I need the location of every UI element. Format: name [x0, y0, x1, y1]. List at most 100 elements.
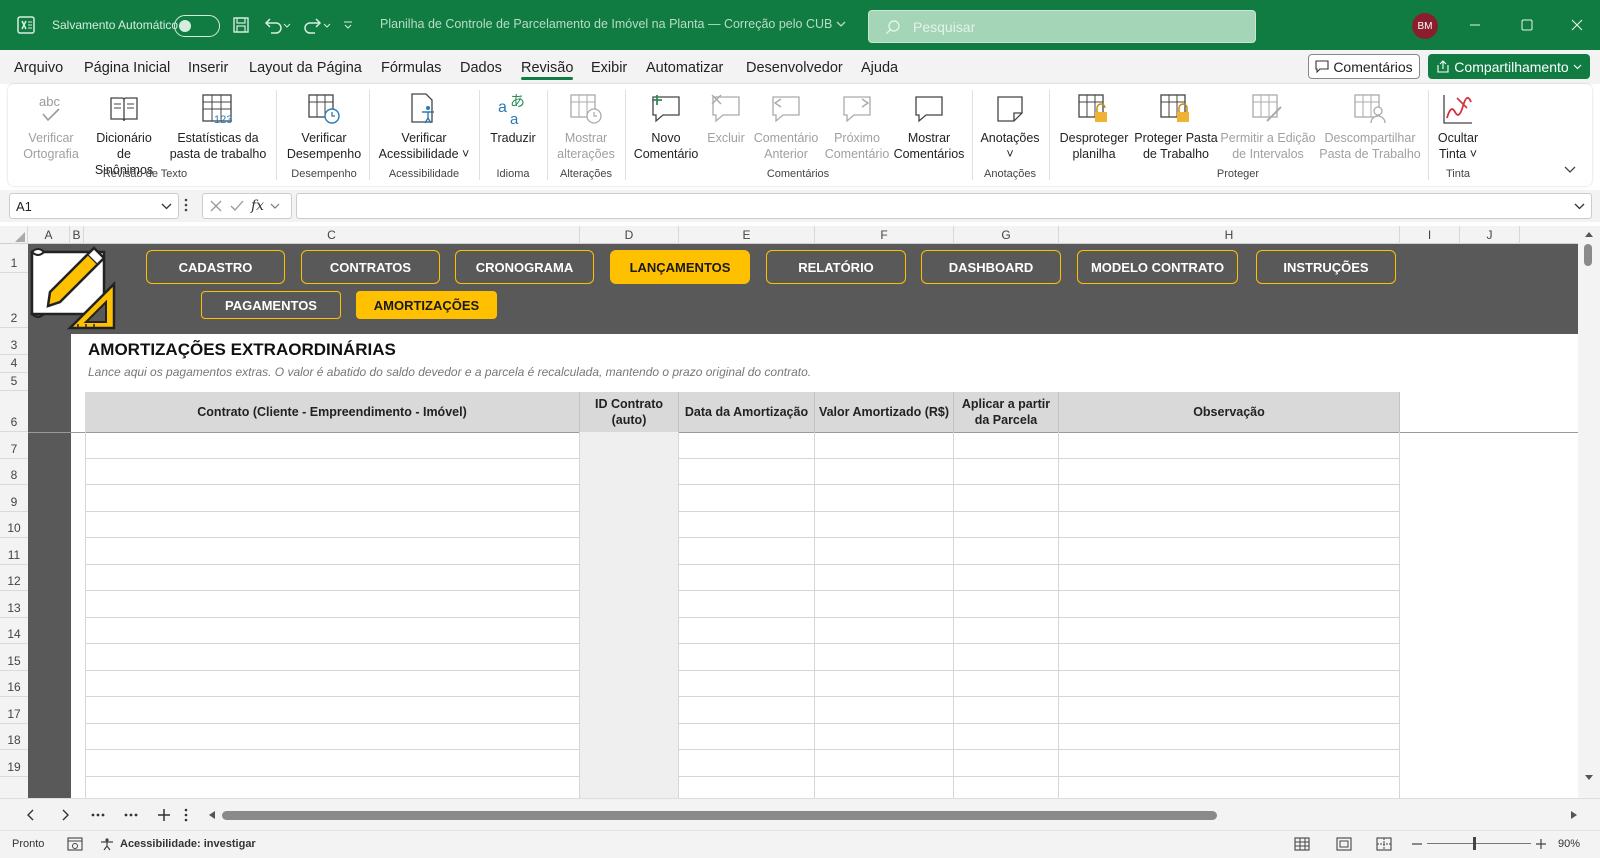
unprotect-sheet-button[interactable]: Desproteger planilha [1054, 88, 1134, 162]
minimize-icon[interactable] [1466, 16, 1484, 34]
translate-button[interactable]: aあa Traduzir [486, 88, 540, 146]
workbook-statistics-button[interactable]: 123 Estatísticas da pasta de trabalho [166, 88, 270, 162]
check-icon[interactable] [229, 199, 245, 213]
table-row[interactable] [85, 565, 1400, 592]
expand-formula-icon[interactable] [1574, 202, 1585, 211]
maximize-icon[interactable] [1518, 16, 1536, 34]
more-options-icon[interactable] [184, 198, 190, 214]
header-data-amortizacao[interactable]: Data da Amortização [679, 392, 815, 432]
autosave-toggle[interactable] [174, 15, 220, 37]
document-title[interactable]: Planilha de Controle de Parcelamento de … [380, 17, 832, 31]
zoom-slider[interactable] [1427, 843, 1531, 844]
table-row[interactable] [85, 512, 1400, 539]
check-performance-button[interactable]: Verificar Desempenho [284, 88, 364, 162]
zoom-in-icon[interactable] [1536, 839, 1546, 849]
menu-pagina-inicial[interactable]: Página Inicial [84, 60, 170, 76]
menu-dados[interactable]: Dados [460, 60, 502, 76]
table-row[interactable] [85, 459, 1400, 486]
close-icon[interactable] [1568, 16, 1586, 34]
chevron-down-icon[interactable] [270, 202, 280, 210]
column-header-e[interactable]: E [679, 226, 815, 244]
row-header-7[interactable]: 7 [0, 432, 28, 459]
column-header-d[interactable]: D [580, 226, 679, 244]
table-row[interactable] [85, 432, 1400, 459]
nav-lancamentos-button[interactable]: LANÇAMENTOS [610, 250, 750, 284]
accessibility-icon[interactable] [100, 837, 114, 851]
nav-modelo-contrato-button[interactable]: MODELO CONTRATO [1077, 250, 1238, 284]
customize-toolbar-icon[interactable] [340, 14, 356, 36]
collapse-ribbon-icon[interactable] [1564, 162, 1580, 178]
nav-dashboard-button[interactable]: DASHBOARD [921, 250, 1061, 284]
delete-comment-button[interactable]: Excluir [706, 88, 746, 146]
comments-button[interactable]: Comentários [1308, 54, 1420, 79]
insert-function-icon[interactable]: fx [251, 198, 264, 214]
sheet-options-icon[interactable] [184, 808, 188, 822]
column-header-i[interactable]: I [1400, 226, 1460, 244]
row-header-15[interactable]: 15 [0, 644, 28, 671]
row-header-12[interactable]: 12 [0, 565, 28, 591]
column-header-c[interactable]: C [84, 226, 580, 244]
zoom-level[interactable]: 90% [1558, 838, 1580, 850]
horizontal-scroll-thumb[interactable] [222, 811, 1217, 820]
column-header-g[interactable]: G [954, 226, 1059, 244]
next-sheet-icon[interactable] [60, 809, 70, 821]
row-header-14[interactable]: 14 [0, 618, 28, 644]
menu-automatizar[interactable]: Automatizar [646, 60, 723, 76]
cancel-icon[interactable] [209, 199, 223, 213]
table-row[interactable] [85, 538, 1400, 565]
menu-formulas[interactable]: Fórmulas [381, 60, 441, 76]
more-sheets-left-icon[interactable] [91, 813, 105, 817]
column-header-b[interactable]: B [70, 226, 84, 244]
header-valor-amortizado[interactable]: Valor Amortizado (R$) [815, 392, 954, 432]
column-header-j[interactable]: J [1460, 226, 1520, 244]
menu-arquivo[interactable]: Arquivo [14, 60, 63, 76]
vertical-scrollbar[interactable] [1578, 226, 1600, 798]
scroll-left-icon[interactable] [208, 810, 216, 820]
zoom-slider-thumb[interactable] [1473, 837, 1476, 850]
column-header-a[interactable]: A [28, 226, 70, 244]
avatar[interactable]: BM [1412, 13, 1438, 39]
redo-icon[interactable] [300, 14, 334, 36]
nav-contratos-button[interactable]: CONTRATOS [301, 250, 440, 284]
more-sheets-right-icon[interactable] [124, 813, 138, 817]
normal-view-icon[interactable] [1294, 837, 1310, 851]
scroll-down-icon[interactable] [1584, 774, 1594, 782]
menu-ajuda[interactable]: Ajuda [861, 60, 898, 76]
formula-input[interactable] [296, 193, 1592, 219]
row-header-10[interactable]: 10 [0, 512, 28, 538]
column-header-h[interactable]: H [1059, 226, 1400, 244]
row-header-4[interactable]: 4 [0, 355, 28, 373]
spell-check-button[interactable]: abc Verificar Ortografia [18, 88, 84, 162]
row-header-17[interactable]: 17 [0, 697, 28, 724]
worksheet[interactable]: CADASTRO CONTRATOS CRONOGRAMA LANÇAMENTO… [28, 244, 1578, 798]
column-header-f[interactable]: F [815, 226, 954, 244]
chevron-down-icon[interactable] [834, 16, 848, 32]
show-comments-button[interactable]: Mostrar Comentários [892, 88, 966, 162]
check-accessibility-button[interactable]: Verificar Acessibilidade ˅ [374, 88, 474, 162]
row-header-2[interactable]: 2 [0, 273, 28, 328]
hide-ink-button[interactable]: Ocultar Tinta ˅ [1432, 88, 1484, 162]
header-contrato[interactable]: Contrato (Cliente - Empreendimento - Imó… [85, 392, 580, 432]
row-header-8[interactable]: 8 [0, 459, 28, 485]
row-header-9[interactable]: 9 [0, 485, 28, 512]
menu-desenvolvedor[interactable]: Desenvolvedor [746, 60, 843, 76]
row-header-16[interactable]: 16 [0, 671, 28, 697]
row-header-19[interactable]: 19 [0, 750, 28, 777]
menu-revisao[interactable]: Revisão [521, 60, 574, 80]
table-row[interactable] [85, 618, 1400, 645]
row-header-11[interactable]: 11 [0, 538, 28, 565]
row-header-1[interactable]: 1 [0, 244, 28, 273]
page-layout-icon[interactable] [1336, 837, 1352, 851]
row-header-6[interactable]: 6 [0, 391, 28, 432]
page-break-icon[interactable] [1376, 837, 1392, 851]
accessibility-status[interactable]: Acessibilidade: investigar [120, 838, 256, 850]
table-row[interactable] [85, 671, 1400, 698]
table-row[interactable] [85, 697, 1400, 724]
menu-exibir[interactable]: Exibir [591, 60, 627, 76]
save-icon[interactable] [230, 14, 252, 36]
table-row[interactable] [85, 750, 1400, 777]
notes-button[interactable]: Anotações ˅ [976, 88, 1044, 162]
next-comment-button[interactable]: Próximo Comentário [822, 88, 892, 162]
sub-pagamentos-button[interactable]: PAGAMENTOS [201, 291, 341, 319]
share-button[interactable]: Compartilhamento [1428, 54, 1590, 79]
